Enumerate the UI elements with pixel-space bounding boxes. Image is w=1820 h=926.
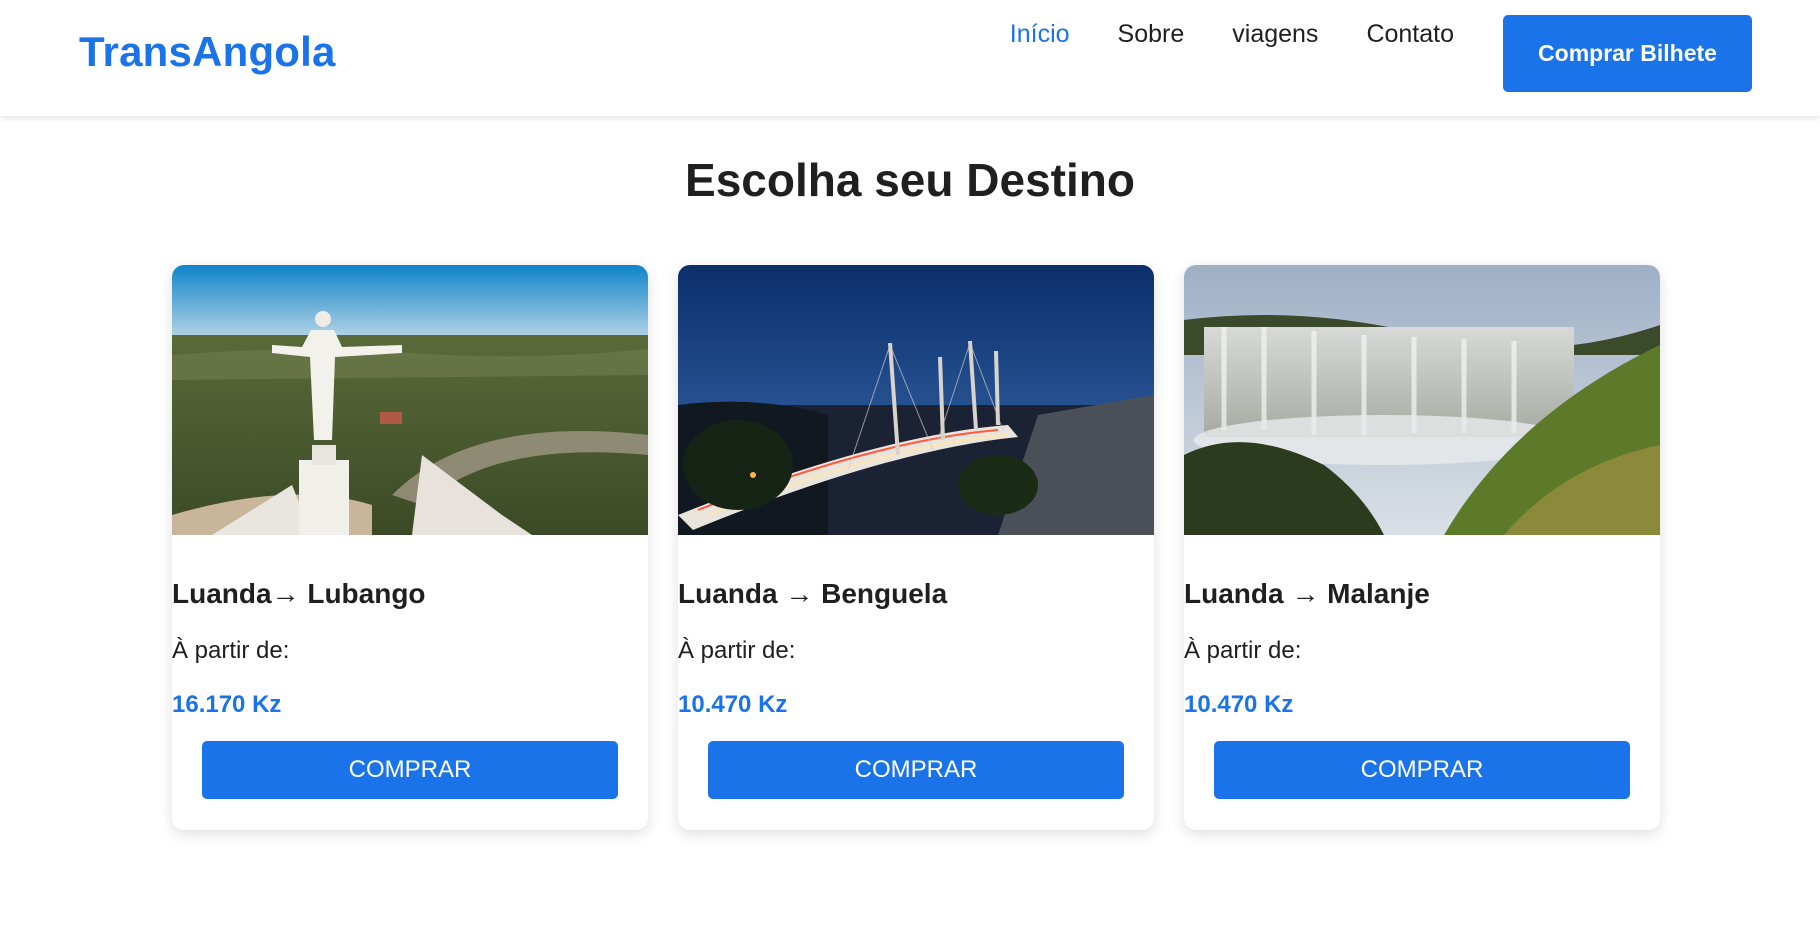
buy-button-benguela[interactable]: COMPRAR	[708, 741, 1124, 799]
price-from-label: À partir de:	[172, 637, 290, 664]
navbar: TransAngola Início Sobre viagens Contato…	[0, 0, 1820, 116]
price-from-label: À partir de:	[678, 637, 796, 664]
nav-link-viagens[interactable]: viagens	[1232, 20, 1318, 49]
buy-button-malanje[interactable]: COMPRAR	[1214, 741, 1630, 799]
route-title: Luanda → Malanje	[1184, 578, 1430, 609]
route-title: Luanda → Benguela	[678, 578, 948, 609]
buy-button-lubango[interactable]: COMPRAR	[202, 741, 618, 799]
price-value: 10.470 Kz	[678, 691, 788, 718]
destination-card-malanje: Luanda → Malanje À partir de: 10.470 Kz …	[1184, 265, 1660, 830]
nav-link-sobre[interactable]: Sobre	[1118, 20, 1185, 49]
page-title: Escolha seu Destino	[685, 154, 1135, 206]
kalandula-falls-photo	[1184, 265, 1660, 535]
nav-link-inicio[interactable]: Início	[1010, 20, 1070, 49]
brand-logo[interactable]: TransAngola	[79, 28, 336, 76]
destination-card-lubango: Luanda→ Lubango À partir de: 16.170 Kz C…	[172, 265, 648, 830]
cable-bridge-night-photo	[678, 265, 1154, 535]
price-from-label: À partir de:	[1184, 637, 1302, 664]
price-value: 16.170 Kz	[172, 691, 282, 718]
nav-link-contato[interactable]: Contato	[1366, 20, 1454, 49]
destination-cards: Luanda→ Lubango À partir de: 16.170 Kz C…	[172, 265, 1660, 830]
buy-ticket-button[interactable]: Comprar Bilhete	[1503, 15, 1752, 92]
nav-links: Início Sobre viagens Contato	[962, 20, 1454, 49]
destination-card-benguela: Luanda → Benguela À partir de: 10.470 Kz…	[678, 265, 1154, 830]
price-value: 10.470 Kz	[1184, 691, 1294, 718]
cristo-rei-lubango-photo	[172, 265, 648, 535]
route-title: Luanda→ Lubango	[172, 578, 426, 609]
